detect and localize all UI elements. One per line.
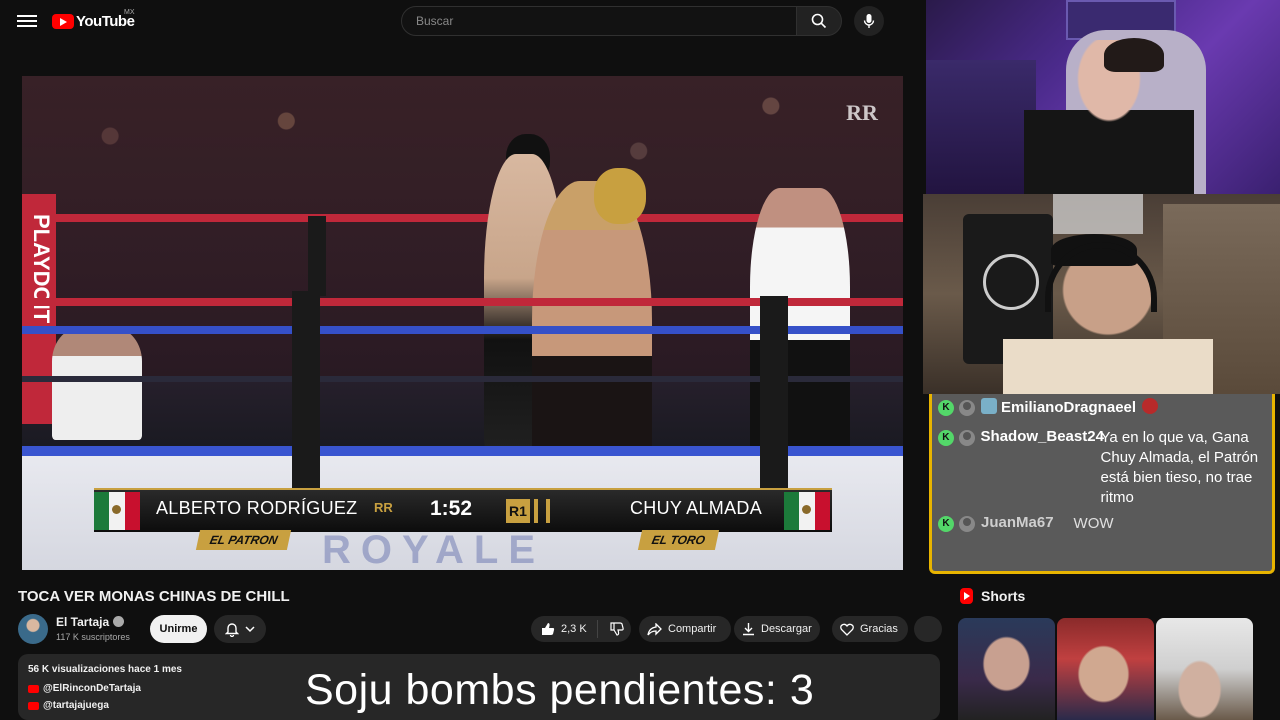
- search-button[interactable]: [796, 6, 842, 36]
- bell-icon: [225, 622, 239, 637]
- heart-dollar-icon: [840, 623, 854, 636]
- chat-text: WOW: [1073, 515, 1114, 532]
- thumbs-down-icon: [610, 622, 624, 636]
- shorts-label: Shorts: [981, 588, 1026, 604]
- fighter-left-nickname: EL PATRON: [195, 530, 292, 550]
- short-thumbnail[interactable]: [958, 618, 1055, 720]
- round-number: R1: [506, 499, 530, 523]
- voice-search-button[interactable]: [854, 6, 884, 36]
- thanks-label: Gracias: [860, 623, 898, 635]
- channel-link-text[interactable]: @tartajajuega: [43, 700, 109, 711]
- like-count: 2,3 K: [561, 623, 587, 635]
- verified-icon: [113, 616, 125, 627]
- share-icon: [647, 622, 662, 636]
- broadcast-logo: RR: [846, 100, 878, 125]
- thumbs-up-icon: [542, 623, 555, 635]
- video-player[interactable]: RR PLAYDOIT ROYALE ALBERTO RODRÍGUEZ RR …: [22, 76, 903, 570]
- share-label: Compartir: [668, 623, 717, 635]
- video-title: TOCA VER MONAS CHINAS DE CHILL: [18, 588, 290, 605]
- wall-frames: [1053, 194, 1143, 234]
- chat-message: K Shadow_Beast24 Ya en lo que va, Gana C…: [938, 428, 1268, 508]
- short-thumbnail[interactable]: [1156, 618, 1253, 720]
- chat-username-text: EmilianoDragnaeel: [1001, 399, 1137, 416]
- sponsor-text: PLAYDOIT: [29, 214, 54, 324]
- channel-link-text[interactable]: @ElRinconDeTartaja: [43, 683, 141, 694]
- youtube-play-icon: [52, 13, 74, 29]
- chat-message: K JuanMa67 WOW: [938, 514, 1114, 534]
- like-button[interactable]: 2,3 K: [531, 620, 598, 638]
- notifications-button[interactable]: [214, 615, 266, 643]
- streamer-hair: [1104, 38, 1164, 72]
- shorts-icon: [960, 588, 973, 604]
- chat-message: K EmilianoDragnaeel: [938, 398, 1159, 416]
- wall: [926, 60, 1036, 194]
- subscriber-count: 117 K suscriptores: [56, 632, 130, 642]
- chat-username: JuanMa67: [981, 514, 1054, 531]
- sponsor-banner: PLAYDOIT: [22, 194, 56, 424]
- channel-name-text[interactable]: El Tartaja: [56, 615, 109, 629]
- user-icon: [958, 430, 975, 446]
- youtube-logo[interactable]: YouTube MX: [52, 9, 135, 32]
- stream-overlay-text: Soju bombs pendientes: 3: [305, 666, 815, 714]
- emote-icon: [981, 398, 997, 414]
- download-label: Descargar: [761, 623, 812, 635]
- kick-badge-icon: K: [938, 430, 954, 446]
- chat-username: EmilianoDragnaeel: [981, 398, 1159, 416]
- photographer: [52, 328, 142, 440]
- shorts-header: Shorts: [960, 588, 1025, 604]
- fighter-right-name: CHUY ALMADA: [630, 498, 763, 518]
- join-button[interactable]: Unirme: [150, 615, 207, 643]
- download-button[interactable]: Descargar: [734, 616, 820, 642]
- emote-icon: [1142, 398, 1159, 414]
- kick-badge-icon: K: [938, 400, 954, 416]
- user-icon: [959, 516, 975, 532]
- chat-text: Ya en lo que va, Gana Chuy Almada, el Pa…: [1100, 429, 1259, 506]
- youtube-icon: [28, 684, 39, 693]
- webcam-guest: [923, 194, 1280, 394]
- round-indicator: [534, 499, 550, 523]
- menu-icon[interactable]: [17, 12, 37, 32]
- ring-post: [292, 291, 320, 521]
- fighter-left-name: ALBERTO RODRÍGUEZ: [156, 498, 358, 518]
- round-clock: 1:52: [430, 497, 473, 520]
- dislike-button[interactable]: [598, 622, 624, 636]
- fighter-right-nickname: EL TORO: [637, 530, 720, 550]
- mat-text: ROYALE: [322, 528, 546, 570]
- mexico-flag-icon: [94, 492, 140, 530]
- chevron-down-icon: [245, 626, 255, 633]
- youtube-icon: [28, 701, 39, 710]
- chat-overlay: K EmilianoDragnaeel K Shadow_Beast24 Ya …: [929, 394, 1275, 574]
- channel-name[interactable]: El Tartaja: [56, 615, 125, 629]
- search-icon: [811, 13, 827, 29]
- thanks-button[interactable]: Gracias: [832, 616, 908, 642]
- mexico-flag-icon: [784, 492, 830, 530]
- ring-post: [308, 216, 326, 296]
- scoreboard: ALBERTO RODRÍGUEZ RR 1:52 R1 CHUY ALMADA…: [94, 488, 832, 550]
- top-bar: YouTube MX Buscar: [0, 0, 925, 44]
- view-stats: 56 K visualizaciones hace 1 mes: [28, 664, 182, 675]
- channel-link[interactable]: @tartajajuega: [28, 700, 109, 711]
- microphone-icon: [863, 14, 875, 28]
- country-code: MX: [124, 9, 135, 16]
- chat-username: Shadow_Beast24: [980, 428, 1104, 445]
- share-button[interactable]: Compartir: [639, 616, 731, 642]
- like-dislike-group: 2,3 K: [531, 616, 631, 642]
- short-thumbnail[interactable]: [1057, 618, 1154, 720]
- scoreboard-logo: RR: [374, 500, 393, 515]
- fighter-headgear: [594, 168, 646, 224]
- user-icon: [959, 400, 975, 416]
- more-actions-button[interactable]: [914, 616, 942, 642]
- channel-avatar[interactable]: [18, 614, 48, 644]
- search-input[interactable]: Buscar: [401, 6, 797, 36]
- channel-link[interactable]: @ElRinconDeTartaja: [28, 683, 141, 694]
- kick-badge-icon: K: [938, 516, 954, 532]
- webcam-streamer: [926, 0, 1280, 194]
- download-icon: [743, 623, 754, 636]
